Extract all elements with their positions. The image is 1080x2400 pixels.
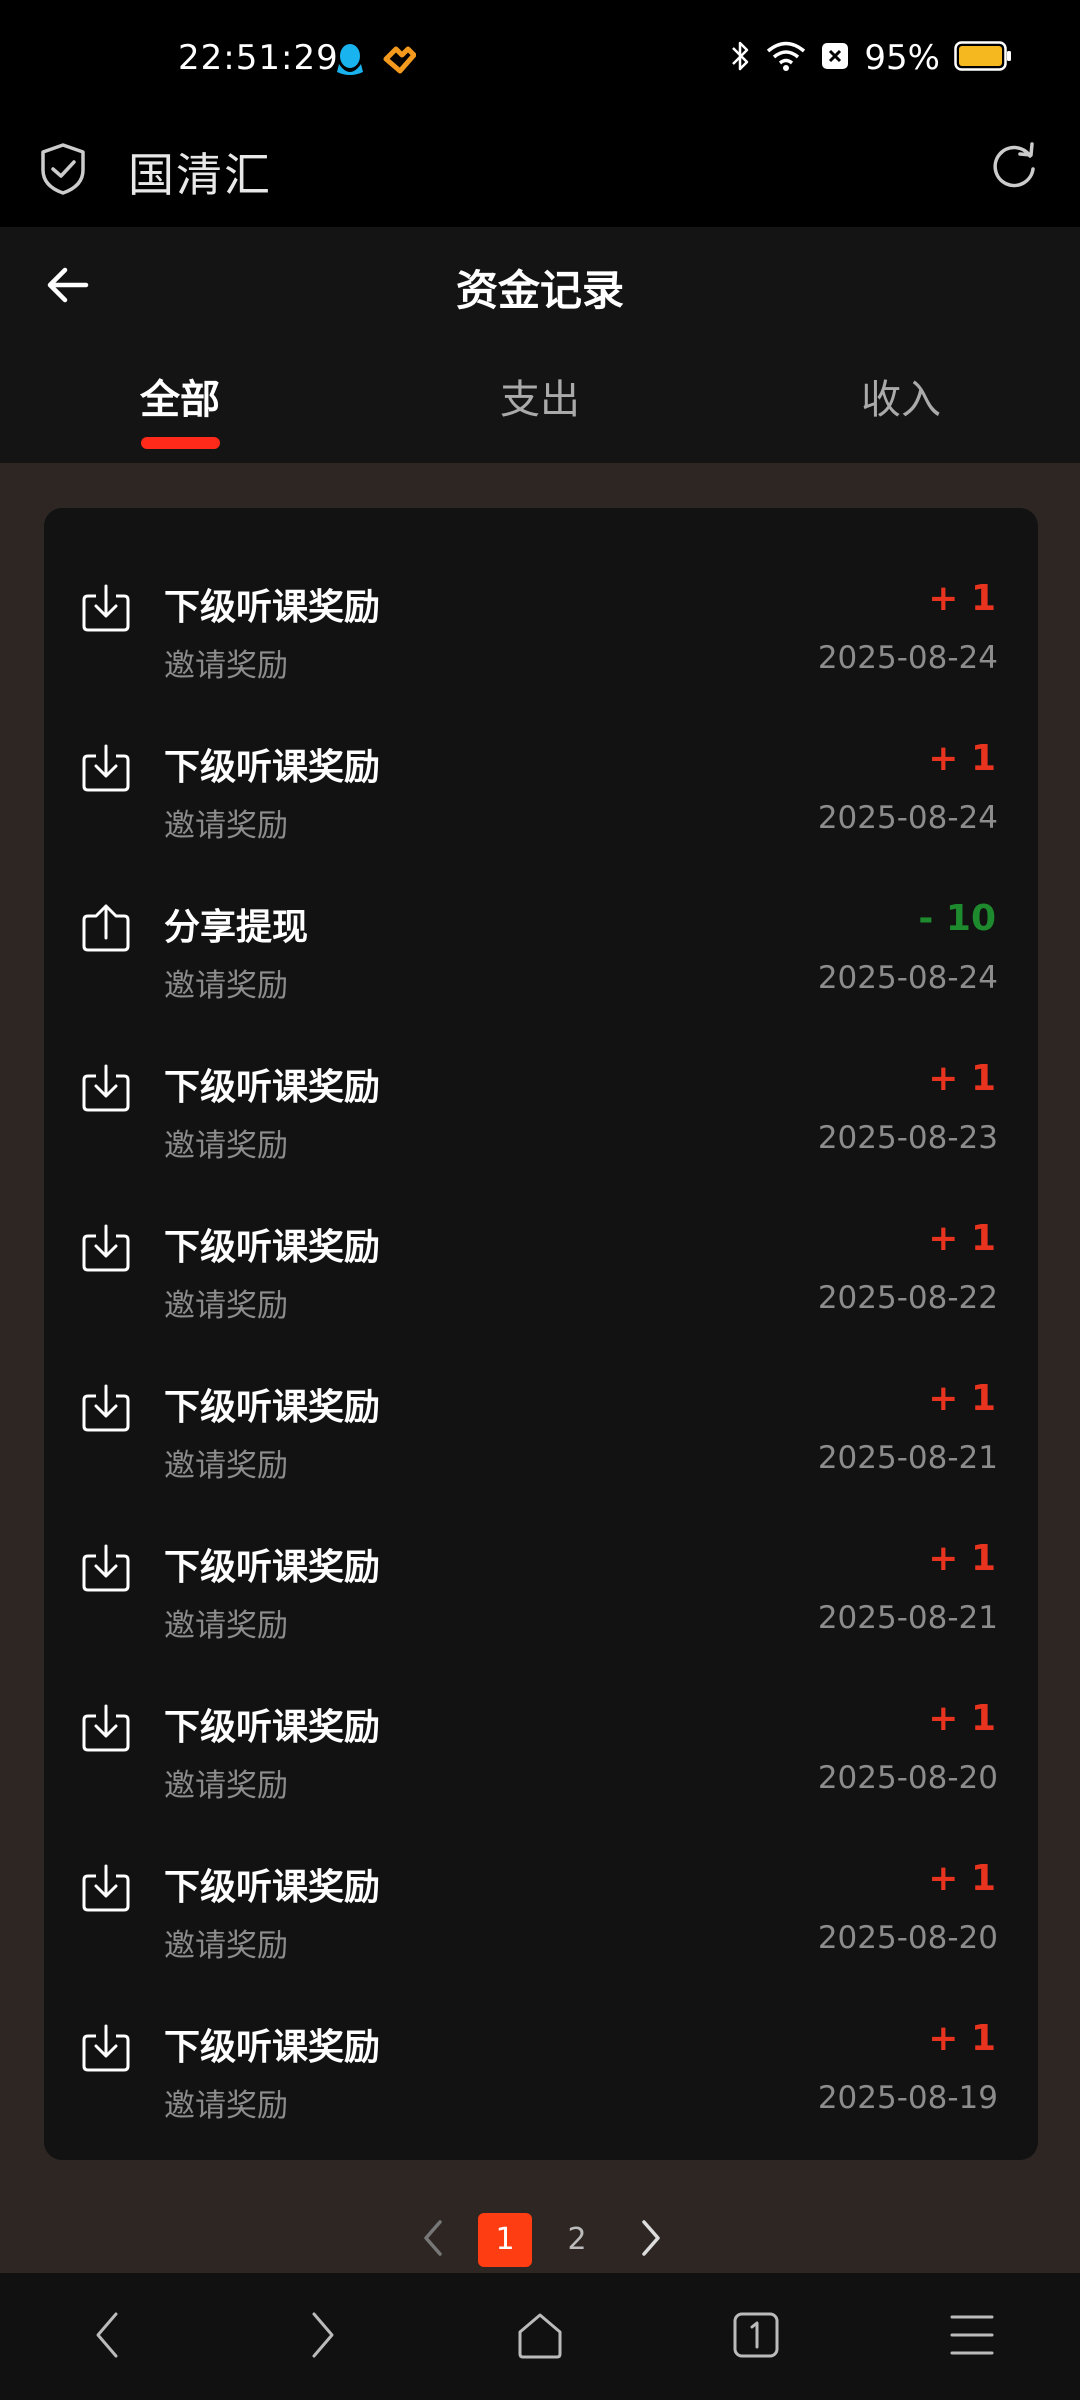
income-download-icon bbox=[80, 1382, 132, 1434]
record-row[interactable]: 下级听课奖励 邀请奖励 + 1 2025-08-20 bbox=[44, 1844, 1038, 2004]
page-1-button[interactable]: 1 bbox=[478, 2213, 532, 2267]
record-row[interactable]: 分享提现 邀请奖励 - 10 2025-08-24 bbox=[44, 884, 1038, 1044]
record-amount: + 1 bbox=[928, 1058, 996, 1099]
record-date: 2025-08-22 bbox=[817, 1280, 998, 1316]
record-subtitle: 邀请奖励 bbox=[164, 1768, 288, 1804]
record-row[interactable]: 下级听课奖励 邀请奖励 + 1 2025-08-23 bbox=[44, 1044, 1038, 1204]
record-amount: + 1 bbox=[928, 2018, 996, 2059]
browser-tabs-button[interactable] bbox=[721, 2305, 791, 2369]
tab-income[interactable]: 收入 bbox=[801, 367, 1001, 425]
record-row[interactable]: 下级听课奖励 邀请奖励 + 1 2025-08-24 bbox=[44, 724, 1038, 884]
browser-menu-button[interactable] bbox=[937, 2305, 1007, 2369]
record-title: 下级听课奖励 bbox=[164, 747, 381, 788]
record-date: 2025-08-21 bbox=[817, 1600, 998, 1636]
income-download-icon bbox=[80, 1542, 132, 1594]
battery-icon bbox=[954, 41, 1012, 75]
record-title: 分享提现 bbox=[164, 907, 309, 948]
qq-icon bbox=[336, 42, 364, 82]
record-title: 下级听课奖励 bbox=[164, 1227, 381, 1268]
record-row[interactable]: 下级听课奖励 邀请奖励 + 1 2025-08-22 bbox=[44, 1204, 1038, 1364]
tabs-count-icon bbox=[732, 2311, 780, 2363]
chevron-left-icon bbox=[92, 2310, 122, 2364]
record-title: 下级听课奖励 bbox=[164, 1707, 381, 1748]
chevron-right-icon bbox=[308, 2310, 338, 2364]
browser-home-button[interactable] bbox=[505, 2305, 575, 2369]
record-date: 2025-08-20 bbox=[817, 1760, 998, 1796]
record-subtitle: 邀请奖励 bbox=[164, 808, 288, 844]
record-row[interactable]: 下级听课奖励 邀请奖励 + 1 2025-08-20 bbox=[44, 1684, 1038, 1844]
record-date: 2025-08-24 bbox=[817, 960, 998, 996]
record-amount: + 1 bbox=[928, 1378, 996, 1419]
screen: 22:51:29 95% 国清汇 资金记录 全部 支出 收入 下级听课奖励 邀请… bbox=[0, 0, 1080, 2400]
record-title: 下级听课奖励 bbox=[164, 1867, 381, 1908]
record-subtitle: 邀请奖励 bbox=[164, 968, 288, 1004]
home-icon bbox=[515, 2310, 565, 2364]
record-subtitle: 邀请奖励 bbox=[164, 1288, 288, 1324]
record-subtitle: 邀请奖励 bbox=[164, 2088, 288, 2124]
app-title: 国清汇 bbox=[128, 148, 272, 202]
record-amount: + 1 bbox=[928, 1858, 996, 1899]
wifi-icon bbox=[766, 40, 806, 76]
record-date: 2025-08-23 bbox=[817, 1120, 998, 1156]
app-bar: 国清汇 bbox=[0, 125, 1080, 227]
record-subtitle: 邀请奖励 bbox=[164, 648, 288, 684]
prev-page-button[interactable] bbox=[418, 2218, 448, 2262]
record-amount: + 1 bbox=[928, 1538, 996, 1579]
status-notification-icons bbox=[336, 42, 417, 82]
shield-check-icon bbox=[38, 142, 88, 200]
record-amount: + 1 bbox=[928, 1698, 996, 1739]
record-date: 2025-08-24 bbox=[817, 640, 998, 676]
battery-percent: 95% bbox=[864, 38, 940, 78]
record-amount: + 1 bbox=[928, 1218, 996, 1259]
record-subtitle: 邀请奖励 bbox=[164, 1608, 288, 1644]
bluetooth-icon bbox=[730, 39, 752, 77]
record-row[interactable]: 下级听课奖励 邀请奖励 + 1 2025-08-21 bbox=[44, 1364, 1038, 1524]
sim-off-icon bbox=[820, 41, 850, 75]
record-date: 2025-08-21 bbox=[817, 1440, 998, 1476]
income-download-icon bbox=[80, 1862, 132, 1914]
record-subtitle: 邀请奖励 bbox=[164, 1128, 288, 1164]
record-subtitle: 邀请奖励 bbox=[164, 1928, 288, 1964]
income-download-icon bbox=[80, 1062, 132, 1114]
expense-upload-icon bbox=[80, 902, 132, 954]
record-title: 下级听课奖励 bbox=[164, 1067, 381, 1108]
record-row[interactable]: 下级听课奖励 邀请奖励 + 1 2025-08-21 bbox=[44, 1524, 1038, 1684]
record-title: 下级听课奖励 bbox=[164, 587, 381, 628]
record-title: 下级听课奖励 bbox=[164, 1387, 381, 1428]
record-amount: - 10 bbox=[918, 898, 996, 939]
page-2-button[interactable]: 2 bbox=[550, 2213, 604, 2267]
record-title: 下级听课奖励 bbox=[164, 2027, 381, 2068]
status-time: 22:51:29 bbox=[178, 38, 339, 78]
income-download-icon bbox=[80, 2022, 132, 2074]
next-page-button[interactable] bbox=[636, 2218, 666, 2262]
record-list: 下级听课奖励 邀请奖励 + 1 2025-08-24 下级听课奖励 邀请奖励 +… bbox=[44, 508, 1038, 2160]
record-row[interactable]: 下级听课奖励 邀请奖励 + 1 2025-08-19 bbox=[44, 2004, 1038, 2164]
record-date: 2025-08-24 bbox=[817, 800, 998, 836]
record-date: 2025-08-20 bbox=[817, 1920, 998, 1956]
record-amount: + 1 bbox=[928, 578, 996, 619]
page-title: 资金记录 bbox=[455, 266, 624, 315]
tab-active-indicator bbox=[141, 437, 220, 449]
browser-back-button[interactable] bbox=[72, 2305, 142, 2369]
status-system-icons: 95% bbox=[730, 38, 1012, 78]
record-title: 下级听课奖励 bbox=[164, 1547, 381, 1588]
page-header: 资金记录 全部 支出 收入 bbox=[0, 227, 1080, 463]
record-date: 2025-08-19 bbox=[817, 2080, 998, 2116]
pagination: 1 2 bbox=[0, 2210, 1080, 2270]
hamburger-menu-icon bbox=[948, 2313, 996, 2361]
income-download-icon bbox=[80, 582, 132, 634]
income-download-icon bbox=[80, 1702, 132, 1754]
tab-all[interactable]: 全部 bbox=[80, 367, 280, 425]
tab-expense[interactable]: 支出 bbox=[440, 367, 640, 425]
income-download-icon bbox=[80, 742, 132, 794]
record-subtitle: 邀请奖励 bbox=[164, 1448, 288, 1484]
status-bar: 22:51:29 95% bbox=[0, 0, 1080, 125]
browser-bottom-nav bbox=[0, 2273, 1080, 2400]
income-download-icon bbox=[80, 1222, 132, 1274]
refresh-icon[interactable] bbox=[988, 139, 1040, 195]
app-heart-icon bbox=[382, 45, 417, 79]
record-row[interactable]: 下级听课奖励 邀请奖励 + 1 2025-08-24 bbox=[44, 564, 1038, 724]
browser-forward-button[interactable] bbox=[288, 2305, 358, 2369]
record-amount: + 1 bbox=[928, 738, 996, 779]
